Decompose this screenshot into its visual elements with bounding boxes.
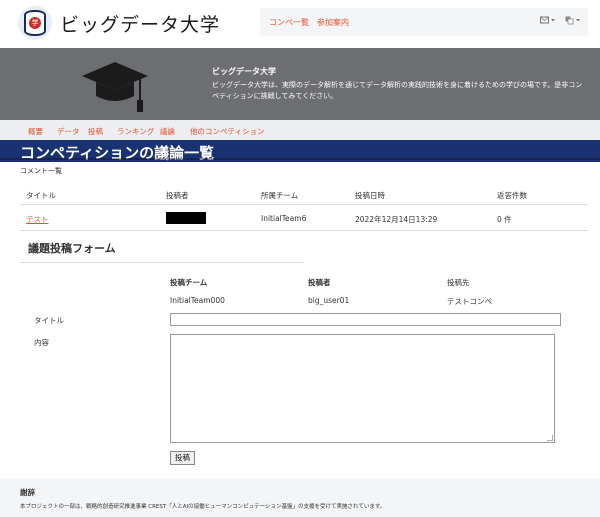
footer-heading: 謝辞: [20, 488, 35, 497]
form-divider: [20, 262, 304, 263]
title-input[interactable]: [170, 313, 561, 326]
site-footer: 謝辞 本プロジェクトの一部は、戦略的創造研究推進事業 CREST「人とAIの協働…: [0, 478, 600, 517]
subnav-submit[interactable]: 投稿: [88, 126, 103, 137]
header-team: 所属チーム: [261, 191, 299, 200]
hero-description: ビッグデータ大学は、実際のデータ解析を通じてデータ解析の実践的技術を身に着けるた…: [212, 81, 583, 100]
row-date: 2022年12月14日13:29: [355, 215, 438, 224]
page-title-bar: コンペティションの議論一覧: [0, 140, 600, 162]
logo-icon: 学: [18, 6, 52, 40]
row-team: InitialTeam6: [261, 214, 307, 223]
subnav-other-competitions[interactable]: 他のコンペティション: [190, 126, 265, 137]
footer-text: 本プロジェクトの一部は、戦略的創造研究推進事業 CREST「人とAIの協働ヒュー…: [20, 504, 386, 510]
poster-value: big_user01: [308, 296, 350, 305]
form-heading: 議題投稿フォーム: [28, 242, 116, 255]
table-row: テスト InitialTeam6 2022年12月14日13:29 0 件: [20, 205, 588, 231]
nav-competition-list[interactable]: コンペ一覧: [269, 17, 309, 28]
resize-handle[interactable]: [547, 435, 553, 441]
hero-banner: ビッグデータ大学 ビッグデータ大学は、実際のデータ解析を通じてデータ解析の実践的…: [0, 48, 600, 120]
header-title: タイトル: [26, 191, 56, 200]
submit-button[interactable]: 投稿: [170, 451, 195, 465]
subnav-overview[interactable]: 概要: [28, 126, 43, 137]
top-nav: コンペ一覧 参加案内: [260, 8, 588, 36]
content-textarea[interactable]: [170, 334, 555, 443]
redacted-poster: [166, 212, 206, 224]
subnav-discussion[interactable]: 議論: [160, 126, 175, 137]
competition-subnav: 概要 データ 投稿 ランキング 議論 他のコンペティション: [0, 120, 600, 140]
header-replies: 返答件数: [497, 191, 527, 200]
mail-icon[interactable]: [540, 16, 556, 27]
header-poster: 投稿者: [166, 191, 189, 200]
comment-list-label: コメント一覧: [20, 167, 62, 175]
team-label: 投稿チーム: [170, 278, 208, 287]
language-icon[interactable]: [565, 16, 581, 27]
hero-title: ビッグデータ大学: [212, 67, 276, 76]
site-header: 学 ビッグデータ大学 コンペ一覧 参加案内: [0, 0, 600, 48]
nav-participation-guide[interactable]: 参加案内: [317, 17, 349, 28]
subnav-data[interactable]: データ: [57, 126, 80, 137]
poster-label: 投稿者: [308, 278, 331, 287]
row-replies: 0 件: [497, 215, 512, 224]
destination-value: テストコンペ: [447, 297, 492, 306]
table-header: タイトル 投稿者 所属チーム 投稿日時 返答件数: [20, 185, 588, 205]
logo-seal: 学: [29, 17, 41, 29]
site-logo[interactable]: 学 ビッグデータ大学: [18, 6, 220, 40]
team-value: InitialTeam000: [170, 296, 225, 305]
logo-text: ビッグデータ大学: [60, 13, 221, 36]
title-field-label: タイトル: [34, 316, 64, 325]
header-date: 投稿日時: [355, 191, 385, 200]
subnav-ranking[interactable]: ランキング: [117, 126, 154, 137]
topic-title-link[interactable]: テスト: [26, 214, 49, 225]
content-field-label: 内容: [34, 338, 49, 347]
graduation-cap-icon: [82, 62, 148, 112]
destination-label: 投稿先: [447, 278, 470, 287]
